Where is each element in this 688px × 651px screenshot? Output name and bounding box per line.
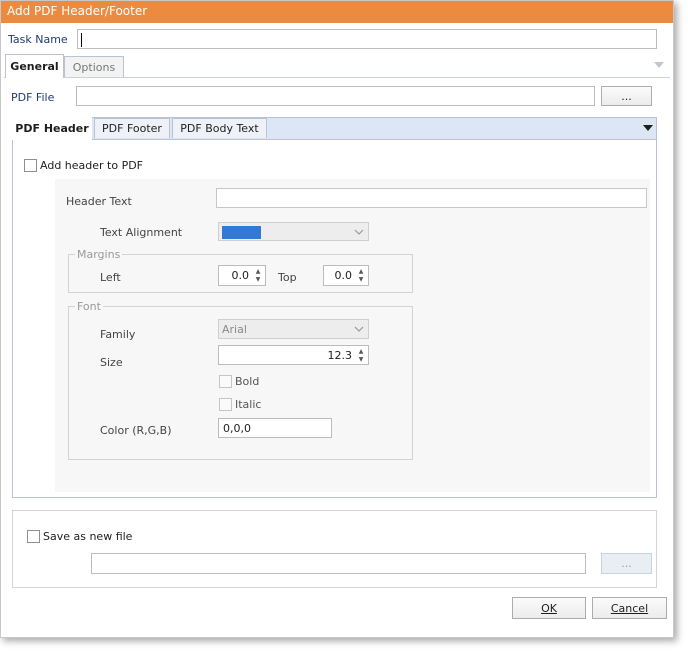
font-family-value: Arial <box>222 323 247 336</box>
font-family-select[interactable]: Arial <box>218 319 369 339</box>
text-alignment-label: Text Alignment <box>100 226 183 239</box>
sub-tab-chevron-icon[interactable] <box>643 124 653 132</box>
margin-left-stepper[interactable]: 0.0 ▲ ▼ <box>218 265 266 286</box>
font-size-stepper[interactable]: 12.3 ▲ ▼ <box>218 345 369 365</box>
header-text-input[interactable] <box>216 188 647 208</box>
add-header-checkbox[interactable] <box>24 159 37 172</box>
save-as-panel <box>12 510 657 588</box>
chevron-down-icon <box>354 229 364 235</box>
ok-button[interactable]: OK <box>512 597 586 619</box>
cancel-button[interactable]: Cancel <box>592 597 667 619</box>
margin-top-label: Top <box>278 271 297 284</box>
tab-options[interactable]: Options <box>64 56 124 77</box>
save-as-new-file-checkbox[interactable] <box>27 530 40 543</box>
text-caret <box>81 33 82 47</box>
margin-left-label: Left <box>100 271 121 284</box>
tab-pdf-footer[interactable]: PDF Footer <box>94 118 170 138</box>
save-as-browse-button[interactable]: ... <box>601 553 652 574</box>
add-header-label: Add header to PDF <box>40 159 144 172</box>
save-as-new-file-label: Save as new file <box>43 530 133 543</box>
margin-left-arrows[interactable]: ▲ ▼ <box>252 267 264 284</box>
dialog-window: Add PDF Header/Footer Task Name General … <box>0 0 674 638</box>
font-size-arrows[interactable]: ▲ ▼ <box>355 347 367 363</box>
tab-general[interactable]: General <box>5 54 64 78</box>
bold-label: Bold <box>235 375 260 388</box>
margin-top-stepper[interactable]: 0.0 ▲ ▼ <box>323 265 369 286</box>
text-alignment-value: Center <box>222 226 262 239</box>
tab-overflow-chevron-icon[interactable] <box>654 61 664 69</box>
task-name-label: Task Name <box>8 33 68 46</box>
title-bar: Add PDF Header/Footer <box>1 1 673 23</box>
tab-pdf-header[interactable]: PDF Header <box>12 117 92 140</box>
color-value: 0,0,0 <box>223 422 251 435</box>
header-text-label: Header Text <box>66 195 132 208</box>
margin-top-arrows[interactable]: ▲ ▼ <box>355 267 367 284</box>
ok-button-label: OK <box>541 601 557 615</box>
bold-checkbox[interactable] <box>219 375 232 388</box>
text-alignment-select[interactable]: Center <box>218 222 369 241</box>
window-title: Add PDF Header/Footer <box>7 4 148 18</box>
pdf-file-label: PDF File <box>11 91 55 104</box>
font-family-label: Family <box>100 328 136 341</box>
tab-pdf-body-text[interactable]: PDF Body Text <box>172 118 267 138</box>
margin-left-value: 0.0 <box>231 269 250 282</box>
cancel-button-label: Cancel <box>610 601 649 615</box>
pdf-file-input[interactable] <box>76 86 595 106</box>
tab-divider <box>4 77 670 78</box>
margins-group-title: Margins <box>75 248 123 261</box>
margin-top-value: 0.0 <box>334 269 353 282</box>
italic-checkbox[interactable] <box>219 398 232 411</box>
pdf-file-browse-button[interactable]: ... <box>601 86 652 106</box>
font-size-label: Size <box>100 356 123 369</box>
font-size-value: 12.3 <box>327 349 353 362</box>
font-group-title: Font <box>75 300 103 313</box>
chevron-down-icon <box>354 326 364 332</box>
italic-label: Italic <box>235 398 262 411</box>
task-name-input[interactable] <box>77 29 657 49</box>
color-input[interactable]: 0,0,0 <box>218 418 332 438</box>
color-label: Color (R,G,B) <box>100 424 172 437</box>
save-as-path-input[interactable] <box>91 553 586 574</box>
